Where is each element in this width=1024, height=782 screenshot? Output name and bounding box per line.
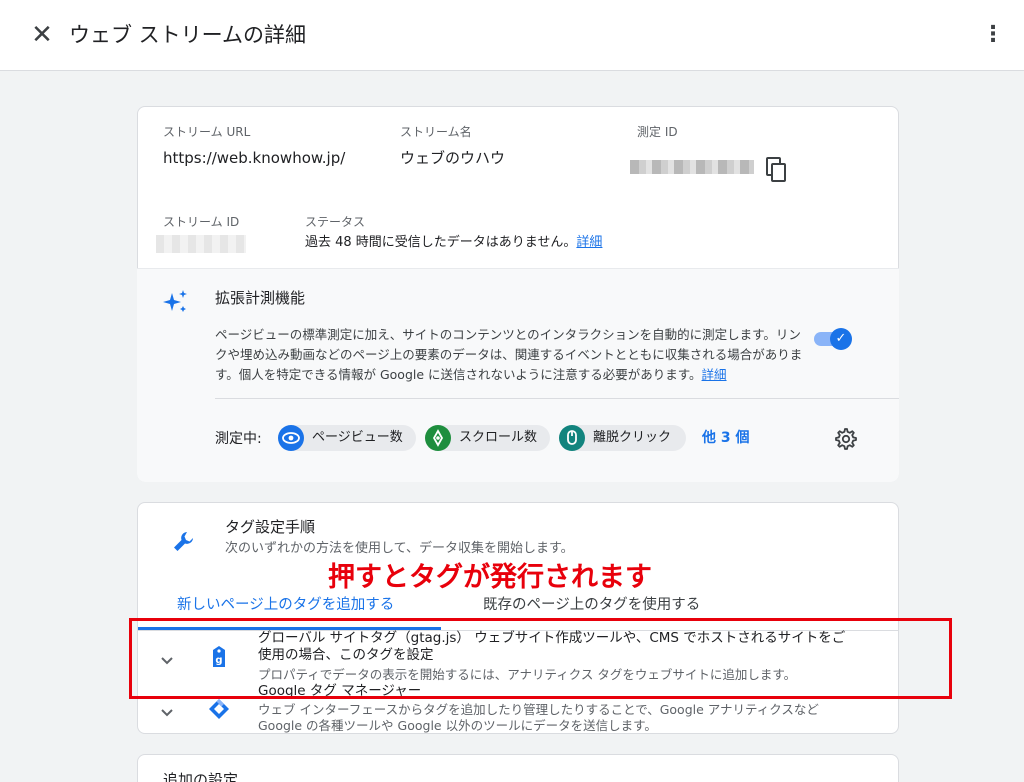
stream-url-value: https://web.knowhow.jp/	[163, 149, 346, 167]
chevron-down-icon[interactable]	[157, 702, 177, 722]
chip-label: スクロール数	[459, 430, 538, 445]
more-options-icon[interactable]: ⋮	[982, 20, 1004, 50]
check-icon: ✓	[830, 328, 852, 350]
enhanced-measurement-title: 拡張計測機能	[215, 289, 306, 307]
stream-name-label: ストリーム名	[400, 125, 472, 139]
measurement-id-redacted	[630, 160, 754, 174]
annotation-highlight-box	[129, 618, 952, 699]
sparkle-icon	[163, 289, 189, 315]
tagging-title: タグ設定手順	[225, 518, 316, 536]
chip-outbound-clicks: 離脱クリック	[559, 425, 686, 451]
chip-label: ページビュー数	[312, 430, 403, 445]
tab-add-new-tag[interactable]: 新しいページ上のタグを追加する	[177, 595, 394, 615]
stream-id-label: ストリーム ID	[163, 215, 240, 229]
enhanced-measurement-description: ページビューの標準測定に加え、サイトのコンテンツとのインタラクションを自動的に測…	[215, 325, 807, 385]
enhanced-measurement-toggle[interactable]: ✓	[812, 328, 852, 350]
tab-use-existing-tag[interactable]: 既存のページ上のタグを使用する	[483, 595, 700, 615]
stream-id-redacted	[156, 235, 246, 253]
close-icon[interactable]: ✕	[28, 20, 56, 50]
additional-settings-card	[137, 754, 899, 782]
tag-manager-icon	[207, 697, 231, 721]
enhanced-details-link[interactable]: 詳細	[702, 367, 727, 382]
stream-name-value: ウェブのウハウ	[400, 149, 506, 167]
wrench-icon	[171, 529, 197, 555]
status-details-link[interactable]: 詳細	[576, 235, 602, 250]
page-title: ウェブ ストリームの詳細	[69, 23, 307, 47]
more-measurements-link[interactable]: 他 3 個	[702, 428, 750, 448]
additional-settings-title: 追加の設定	[163, 771, 239, 782]
eye-icon	[278, 425, 304, 451]
tagging-subtitle: 次のいずれかの方法を使用して、データ収集を開始します。	[225, 541, 574, 556]
measurement-id-label: 測定 ID	[637, 125, 678, 139]
stream-url-label: ストリーム URL	[163, 125, 251, 139]
app-header: ✕ ウェブ ストリームの詳細 ⋮	[0, 0, 1024, 71]
annotation-callout-text: 押すとタグが発行されます	[328, 562, 652, 593]
chip-scrolls: スクロール数	[425, 425, 550, 451]
chip-label: 離脱クリック	[593, 430, 672, 445]
status-label: ステータス	[305, 215, 366, 229]
scroll-icon	[425, 425, 451, 451]
chip-page-views: ページビュー数	[278, 425, 416, 451]
divider	[215, 398, 899, 399]
tag-manager-option-description: ウェブ インターフェースからタグを追加したり管理したりすることで、Google …	[258, 702, 819, 733]
copy-icon[interactable]	[764, 156, 790, 184]
measuring-label: 測定中:	[215, 431, 262, 447]
status-text: 過去 48 時間に受信したデータはありません。	[305, 235, 577, 250]
status-value: 過去 48 時間に受信したデータはありません。詳細	[305, 233, 602, 253]
gear-icon[interactable]	[834, 427, 858, 451]
mouse-icon	[559, 425, 585, 451]
